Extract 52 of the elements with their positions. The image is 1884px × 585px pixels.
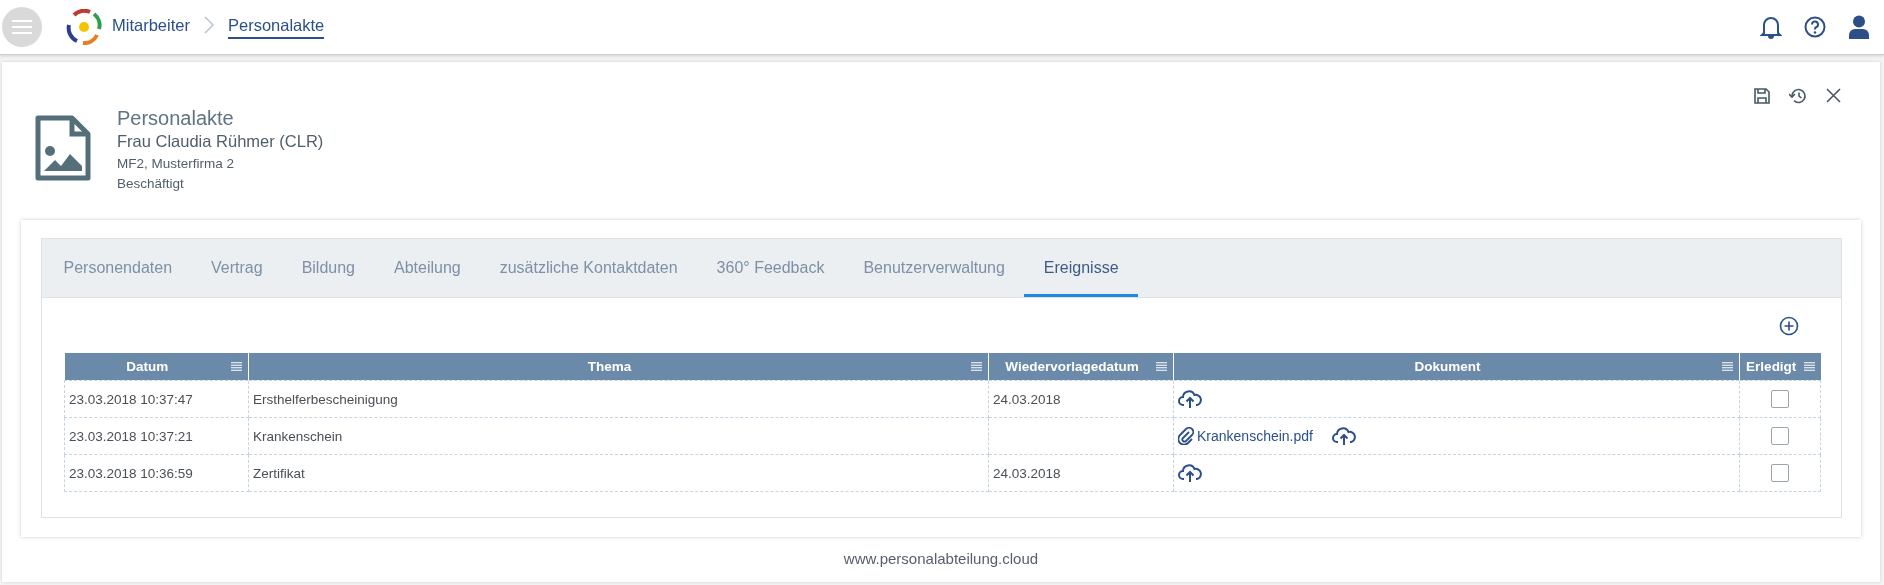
tab[interactable]: zusätzliche Kontaktdaten xyxy=(480,239,698,297)
tab[interactable]: Vertrag xyxy=(191,239,283,297)
column-header: Wiedervorlagedatum xyxy=(1005,359,1139,374)
menu-icon xyxy=(12,20,32,34)
tab[interactable]: Bildung xyxy=(282,239,375,297)
company-name: MF2, Musterfirma 2 xyxy=(117,156,236,171)
column-header: Erledigt xyxy=(1746,359,1797,374)
menu-icon[interactable] xyxy=(1156,362,1167,371)
employment-status: Beschäftigt xyxy=(117,176,185,191)
user-icon[interactable] xyxy=(1848,15,1870,39)
checkbox[interactable] xyxy=(1771,464,1789,482)
notification-bell-icon[interactable] xyxy=(1760,14,1782,40)
website-url: www.personalabteilung.cloud xyxy=(842,550,1040,567)
tab[interactable]: Abteilung xyxy=(374,239,481,297)
help-icon[interactable] xyxy=(1804,16,1826,38)
date-cell: 23.03.2018 10:36:59 xyxy=(64,454,249,492)
menu-icon[interactable] xyxy=(971,362,982,371)
image-file-icon xyxy=(35,115,91,181)
history-icon[interactable] xyxy=(1789,88,1807,104)
date-cell: 23.03.2018 10:37:21 xyxy=(64,417,249,455)
add-icon[interactable] xyxy=(1779,315,1799,336)
date-cell: 24.03.2018 xyxy=(988,380,1174,418)
paperclip-icon xyxy=(1178,427,1194,445)
date-cell: 23.03.2018 10:37:47 xyxy=(64,380,249,418)
close-icon[interactable] xyxy=(1826,88,1841,104)
menu-icon[interactable] xyxy=(1722,362,1733,371)
page-title: Personalakte xyxy=(117,107,235,129)
save-icon[interactable] xyxy=(1754,88,1770,104)
file-link[interactable]: Krankenschein.pdf xyxy=(1197,428,1313,444)
employee-name: Frau Claudia Rühmer (CLR) xyxy=(117,132,324,151)
menu-icon[interactable] xyxy=(231,362,242,371)
checkbox[interactable] xyxy=(1771,427,1789,445)
cloud-upload-icon[interactable] xyxy=(1178,463,1202,483)
menu-icon[interactable] xyxy=(1803,362,1815,371)
column-header: Datum xyxy=(126,359,169,374)
tab[interactable]: Benutzerverwaltung xyxy=(843,239,1025,297)
topic-cell: Ersthelferbescheinigung xyxy=(248,380,989,418)
logo-icon xyxy=(66,9,102,45)
column-header: Dokument xyxy=(1414,359,1481,374)
cloud-upload-icon[interactable] xyxy=(1178,389,1202,409)
breadcrumb-link[interactable]: Mitarbeiter xyxy=(112,15,190,39)
checkbox[interactable] xyxy=(1771,390,1789,408)
column-header: Thema xyxy=(587,359,632,374)
tab[interactable]: Personendaten xyxy=(44,239,192,297)
tab[interactable]: 360° Feedback xyxy=(697,239,844,297)
tab[interactable]: Ereignisse xyxy=(1024,239,1139,297)
cloud-upload-icon[interactable] xyxy=(1331,426,1356,446)
breadcrumb-link[interactable]: Personalakte xyxy=(227,15,325,39)
topic-cell: Krankenschein xyxy=(248,417,989,455)
topic-cell: Zertifikat xyxy=(248,454,989,492)
date-cell: 24.03.2018 xyxy=(988,454,1174,492)
chevron-icon xyxy=(203,16,214,34)
